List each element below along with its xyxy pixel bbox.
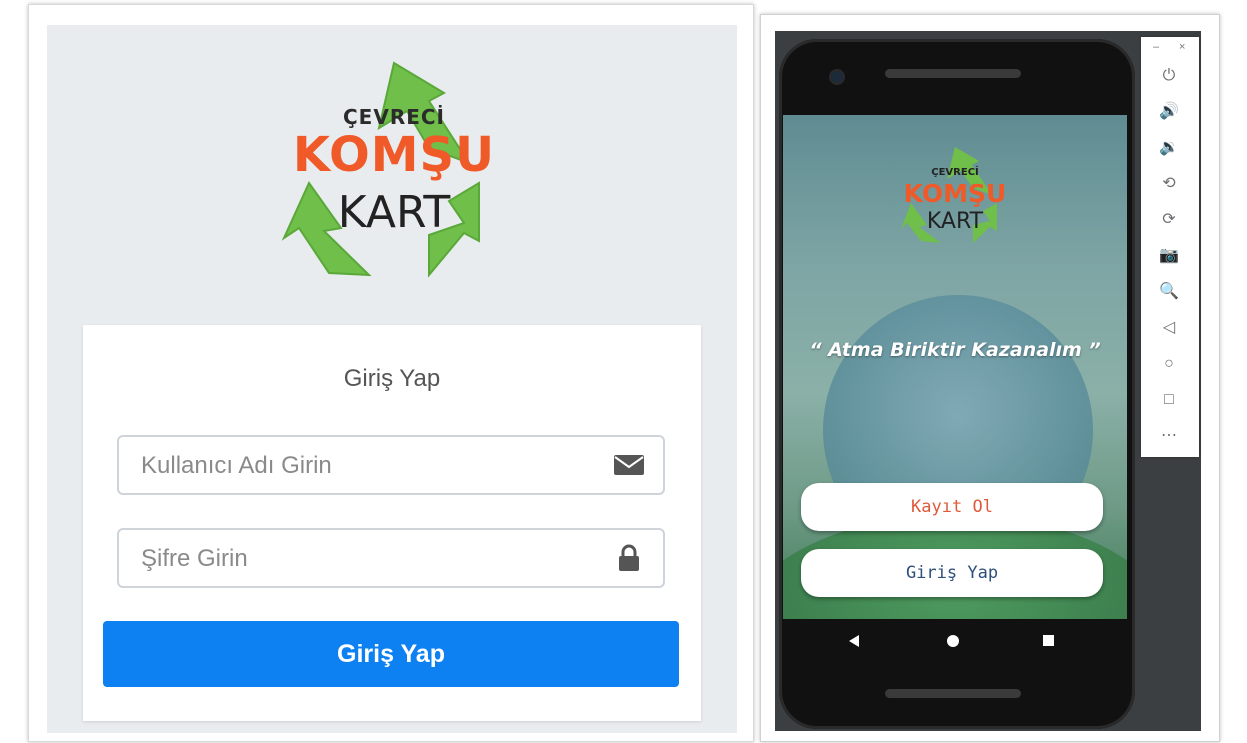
bottom-speaker [885,689,1021,698]
back-icon[interactable]: ◁ [1155,315,1183,341]
nav-home-icon[interactable] [947,635,959,647]
password-field[interactable] [117,528,665,588]
app-login-button[interactable]: Giriş Yap [801,549,1103,597]
close-icon[interactable]: × [1179,41,1185,53]
app-logo-line-1: ÇEVRECİ [931,167,979,178]
app-slogan: “ Atma Biriktir Kazanalım ” [809,339,1101,361]
android-nav-bar [779,621,1135,665]
more-icon[interactable]: ⋯ [1155,423,1183,449]
password-input[interactable] [139,530,603,588]
overview-icon[interactable]: □ [1155,387,1183,413]
logo-line-3: KART [337,187,451,238]
nav-back-icon[interactable] [849,635,859,647]
camera-icon[interactable]: 📷 [1155,243,1183,269]
zoom-icon[interactable]: 🔍 [1155,279,1183,305]
app-logo: ÇEVRECİ KOMŞU KART [897,143,1013,243]
logo-line-2: KOMŞU [292,127,496,183]
mobile-app-screenshot: ÇEVRECİ KOMŞU KART “ Atma Biriktir Kazan… [760,14,1220,742]
register-button[interactable]: Kayıt Ol [801,483,1103,531]
rotate-left-icon[interactable]: ⟲ [1155,171,1183,197]
lock-icon [619,544,639,571]
volume-up-icon[interactable]: 🔊 [1155,99,1183,125]
minimize-icon[interactable]: – [1153,41,1159,53]
web-login-screenshot: ÇEVRECİ KOMŞU KART Giriş Yap Giriş Y [28,4,754,742]
login-card-title: Giriş Yap [343,365,441,392]
power-icon[interactable]: ⏻ [1155,63,1183,89]
username-field[interactable] [117,435,665,495]
emulator-window: ÇEVRECİ KOMŞU KART “ Atma Biriktir Kazan… [775,31,1201,731]
app-logo-line-3: KART [926,209,984,234]
login-card: Giriş Yap Giriş Yap [83,325,701,721]
rotate-right-icon[interactable]: ⟳ [1155,207,1183,233]
nav-recents-icon[interactable] [1043,635,1054,646]
logo-line-1: ÇEVRECİ [343,105,445,129]
volume-down-icon[interactable]: 🔉 [1155,135,1183,161]
front-camera-icon [831,71,843,83]
web-login-page: ÇEVRECİ KOMŞU KART Giriş Yap Giriş Y [47,25,737,733]
emulator-toolbar: – × ⏻ 🔊 🔉 ⟲ ⟳ 📷 🔍 ◁ ○ □ ⋯ [1141,37,1199,457]
phone-device-frame: ÇEVRECİ KOMŞU KART “ Atma Biriktir Kazan… [779,39,1135,729]
app-welcome-screen: ÇEVRECİ KOMŞU KART “ Atma Biriktir Kazan… [783,115,1127,619]
app-logo-line-2: KOMŞU [903,179,1007,208]
top-speaker [885,69,1021,78]
username-input[interactable] [139,437,603,495]
envelope-icon [614,455,644,475]
login-submit-button[interactable]: Giriş Yap [103,621,679,687]
home-icon[interactable]: ○ [1155,351,1183,377]
cevreci-komsu-kart-logo: ÇEVRECİ KOMŞU KART [279,53,509,283]
